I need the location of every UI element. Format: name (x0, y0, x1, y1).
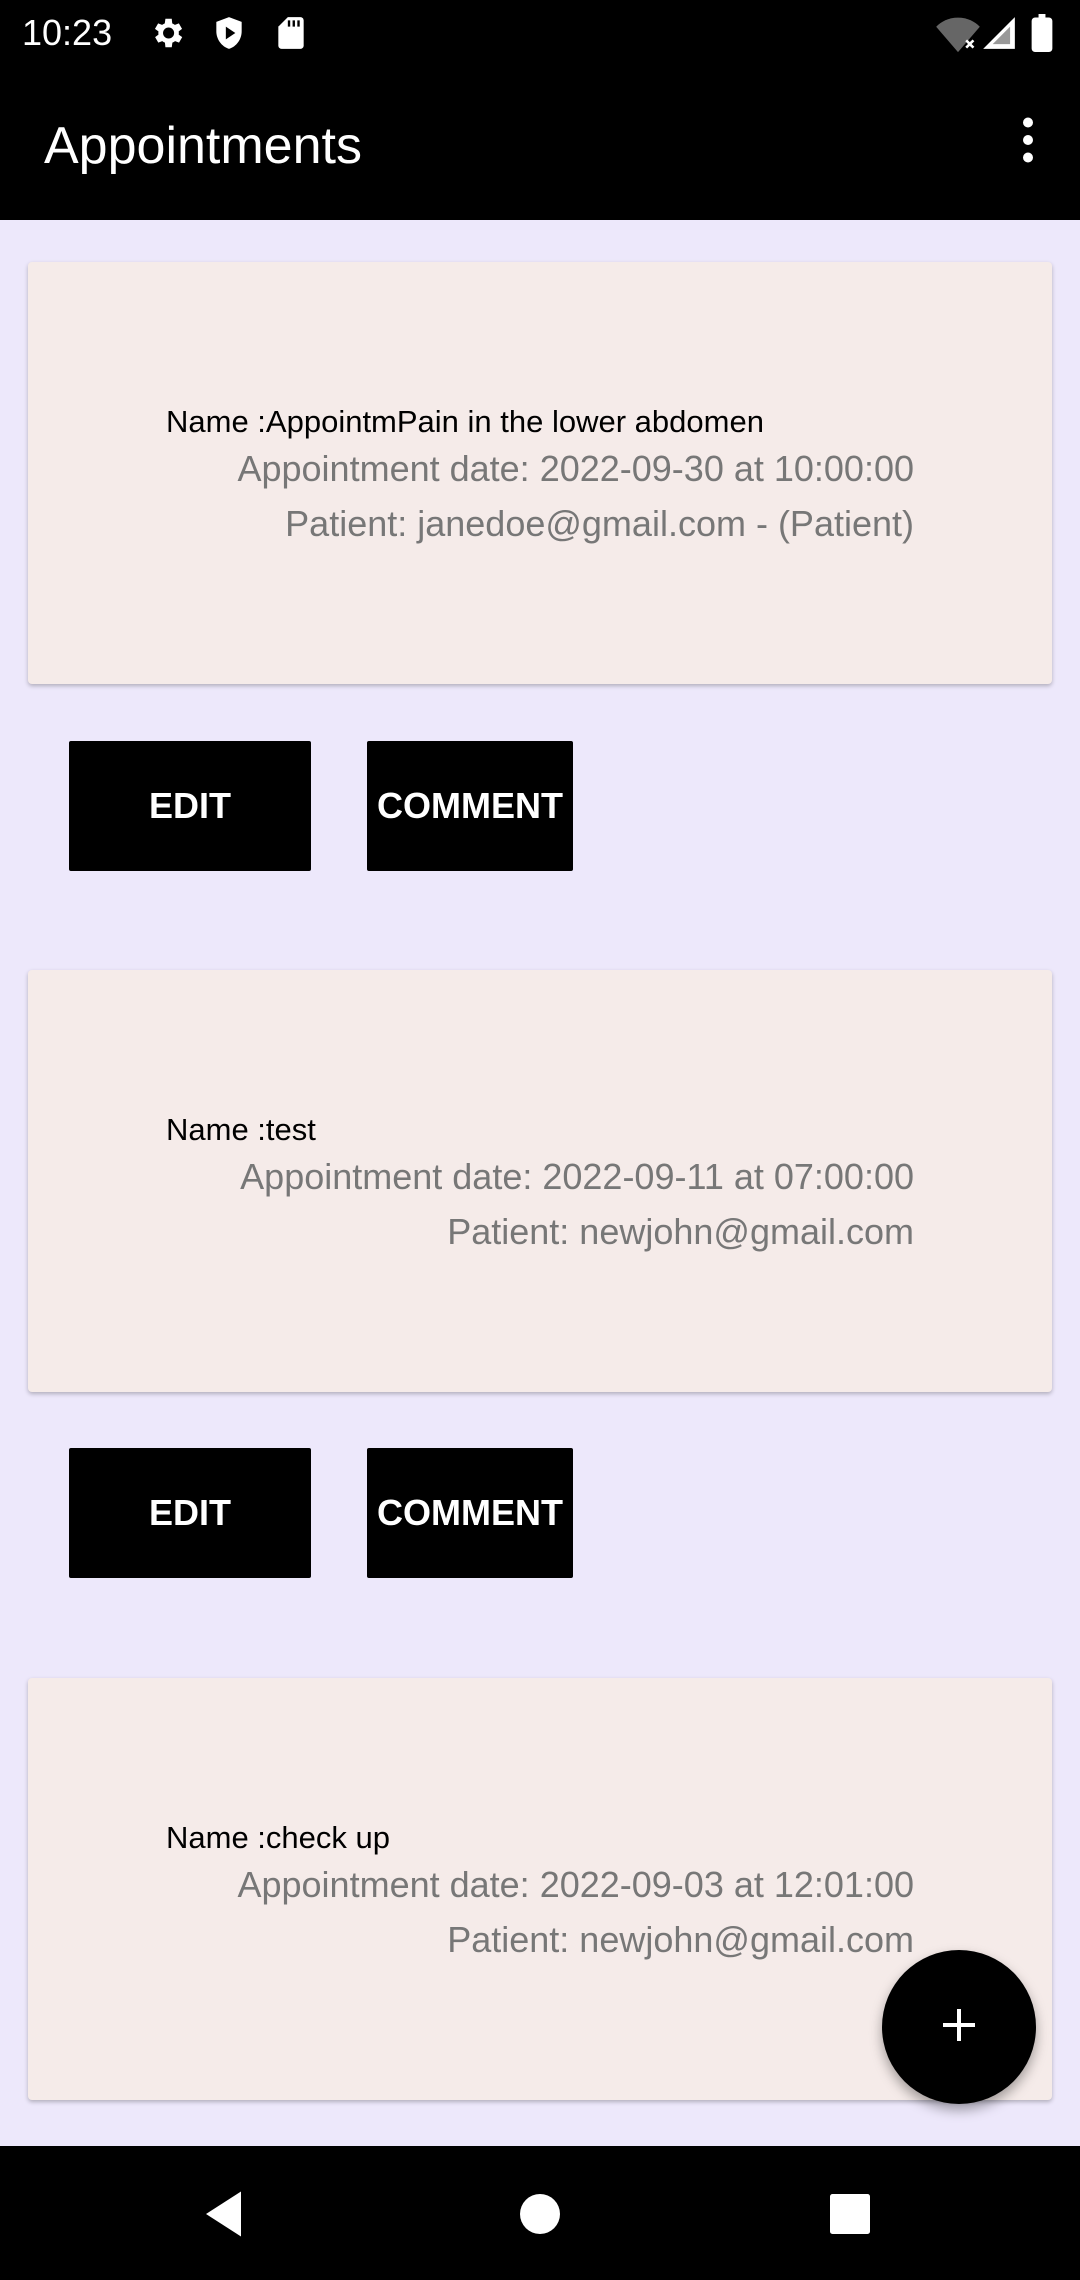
appointment-date: Appointment date: 2022-09-30 at 10:00:00 (237, 448, 914, 489)
appointment-card[interactable]: Name :test Appointment date: 2022-09-11 … (28, 970, 1052, 1392)
appointment-date: Appointment date: 2022-09-03 at 12:01:00 (237, 1864, 914, 1905)
appointment-date: Appointment date: 2022-09-11 at 07:00:00 (240, 1156, 914, 1197)
appointment-list[interactable]: Name :AppointmPain in the lower abdomen … (0, 220, 1080, 2146)
appointment-patient: Patient: newjohn@gmail.com (447, 1919, 914, 1960)
more-vert-icon[interactable] (998, 110, 1058, 170)
app-bar: Appointments (0, 66, 1080, 220)
signal-icon (980, 14, 1018, 57)
page-title: Appointments (44, 117, 362, 175)
back-icon[interactable] (196, 2184, 256, 2244)
edit-button[interactable]: EDIT (69, 1448, 311, 1578)
wifi-off-icon (936, 14, 980, 59)
comment-button[interactable]: COMMENT (367, 1448, 573, 1578)
gear-icon (148, 14, 186, 57)
home-icon[interactable] (510, 2184, 570, 2244)
edit-button[interactable]: EDIT (69, 741, 311, 871)
shield-icon (210, 14, 248, 57)
appointment-name: Name :test (166, 1112, 316, 1147)
appointment-name: Name :check up (166, 1820, 390, 1855)
appointment-patient: Patient: janedoe@gmail.com - (Patient) (285, 503, 914, 544)
add-icon (935, 2001, 983, 2054)
status-bar: 10:23 (0, 0, 1080, 66)
appointment-patient: Patient: newjohn@gmail.com (447, 1211, 914, 1252)
comment-button[interactable]: COMMENT (367, 741, 573, 871)
recents-icon[interactable] (820, 2184, 880, 2244)
add-appointment-button[interactable] (882, 1950, 1036, 2104)
appointment-card[interactable]: Name :AppointmPain in the lower abdomen … (28, 262, 1052, 684)
appointment-name: Name :AppointmPain in the lower abdomen (166, 404, 764, 439)
battery-icon (1030, 14, 1054, 57)
navigation-bar (0, 2146, 1080, 2280)
status-time: 10:23 (22, 12, 113, 53)
sd-card-icon (272, 14, 310, 57)
